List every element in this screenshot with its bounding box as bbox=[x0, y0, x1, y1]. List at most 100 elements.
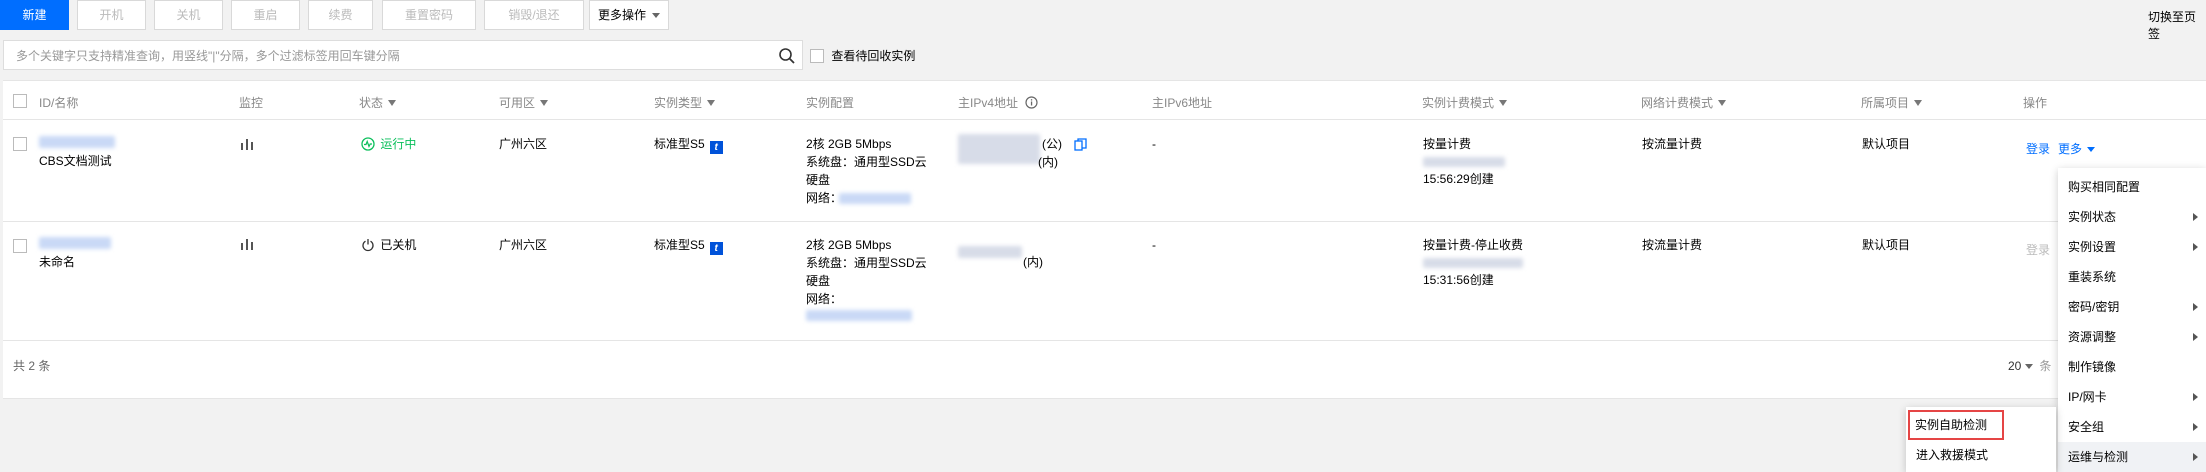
search-input[interactable] bbox=[14, 42, 758, 70]
more-menu-item-label: 购买相同配置 bbox=[2068, 180, 2141, 194]
chevron-right-icon bbox=[2193, 213, 2198, 221]
more-menu-item[interactable]: 安全组 bbox=[2058, 412, 2206, 442]
more-menu-item[interactable]: IP/网卡 bbox=[2058, 382, 2206, 412]
col-ops: 操作 bbox=[2023, 96, 2048, 110]
filter-icon[interactable] bbox=[1914, 100, 1923, 106]
instance-type: 标准型S5 t bbox=[654, 236, 723, 255]
more-menu-item-label: 密码/密钥 bbox=[2068, 300, 2120, 314]
ops-submenu-item[interactable]: 实例自助检测 bbox=[1908, 410, 2004, 440]
login-link-disabled[interactable]: 登录 bbox=[2026, 241, 2050, 259]
shutdown-button[interactable]: 关机 bbox=[154, 0, 223, 30]
power-off-icon bbox=[362, 239, 374, 252]
network-link[interactable] bbox=[806, 310, 912, 321]
instance-name: 未命名 bbox=[39, 255, 76, 269]
more-menu-item[interactable]: 密码/密钥 bbox=[2058, 292, 2206, 322]
col-type-label: 实例类型 bbox=[654, 96, 703, 110]
config-cpu-mem: 2核 2GB 5Mbps bbox=[806, 137, 892, 151]
more-menu-item-label: 实例设置 bbox=[2068, 240, 2117, 254]
filter-icon[interactable] bbox=[1499, 100, 1508, 106]
net-billing-mode: 按流量计费 bbox=[1642, 238, 1703, 252]
net-billing-mode: 按流量计费 bbox=[1642, 137, 1703, 151]
recycle-filter[interactable]: 查看待回收实例 bbox=[810, 47, 915, 64]
more-menu-item[interactable]: 运维与检测 bbox=[2058, 442, 2206, 472]
col-zone-label: 可用区 bbox=[499, 96, 536, 110]
more-menu-item[interactable]: 资源调整 bbox=[2058, 322, 2206, 352]
col-ipv6: 主IPv6地址 bbox=[1152, 96, 1213, 110]
monitor-chart-icon[interactable] bbox=[240, 238, 254, 250]
burst-badge-icon: t bbox=[709, 242, 723, 255]
col-ipv4-label: 主IPv4地址 bbox=[958, 96, 1019, 110]
created-time: 15:56:29创建 bbox=[1423, 172, 1494, 186]
col-billing[interactable]: 实例计费模式 bbox=[1422, 94, 1508, 111]
more-ops-link[interactable]: 更多 bbox=[2058, 140, 2096, 158]
start-button[interactable]: 开机 bbox=[77, 0, 146, 30]
network-link[interactable] bbox=[839, 193, 911, 204]
zone: 广州六区 bbox=[499, 238, 548, 252]
more-actions-label: 更多操作 bbox=[597, 8, 646, 22]
project: 默认项目 bbox=[1862, 137, 1911, 151]
filter-icon[interactable] bbox=[1718, 100, 1727, 106]
chevron-down-icon bbox=[2087, 147, 2096, 153]
switch-to-tab-link[interactable]: 切换至页签 bbox=[2148, 8, 2206, 42]
status-running: 运行中 bbox=[361, 135, 416, 153]
login-link[interactable]: 登录 bbox=[2026, 140, 2050, 158]
created-date bbox=[1423, 157, 1505, 167]
config-disk-cont: 硬盘 bbox=[806, 274, 831, 288]
info-icon[interactable] bbox=[1025, 96, 1038, 109]
col-zone[interactable]: 可用区 bbox=[499, 94, 549, 111]
ops-submenu-item-label: 进入救援模式 bbox=[1916, 448, 1989, 462]
more-menu-item[interactable]: 制作镜像 bbox=[2058, 352, 2206, 382]
more-menu-item-label: 安全组 bbox=[2068, 420, 2105, 434]
page-size-value: 20 bbox=[2008, 359, 2022, 373]
private-ip-tag: (内) bbox=[1023, 255, 1043, 269]
status-label: 已关机 bbox=[380, 238, 417, 252]
col-monitor: 监控 bbox=[239, 96, 264, 110]
more-menu-item[interactable]: 实例设置 bbox=[2058, 232, 2206, 262]
filter-icon[interactable] bbox=[540, 100, 549, 106]
select-all-checkbox[interactable] bbox=[13, 94, 27, 108]
col-billing-label: 实例计费模式 bbox=[1422, 96, 1495, 110]
public-ip bbox=[958, 134, 1040, 164]
created-time: 15:31:56创建 bbox=[1423, 273, 1494, 287]
more-menu-item-label: 制作镜像 bbox=[2068, 360, 2117, 374]
terminate-button[interactable]: 销毁/退还 bbox=[484, 0, 584, 30]
search-icon[interactable] bbox=[778, 47, 796, 65]
instance-id-link[interactable] bbox=[39, 136, 115, 148]
page-size-select[interactable]: 20 条 bbox=[2008, 357, 2051, 375]
filter-icon[interactable] bbox=[388, 100, 397, 106]
col-type[interactable]: 实例类型 bbox=[654, 94, 716, 111]
more-actions-dropdown[interactable]: 更多操作 bbox=[589, 0, 669, 30]
chevron-down-icon bbox=[2025, 364, 2034, 370]
col-id-name: ID/名称 bbox=[39, 96, 79, 110]
chevron-right-icon bbox=[2193, 303, 2198, 311]
filter-icon[interactable] bbox=[707, 100, 716, 106]
burst-badge-icon: t bbox=[709, 141, 723, 154]
row-checkbox[interactable] bbox=[13, 137, 27, 151]
new-instance-button[interactable]: 新建 bbox=[0, 0, 69, 30]
chevron-right-icon bbox=[2193, 423, 2198, 431]
renew-button[interactable]: 续费 bbox=[308, 0, 373, 30]
copy-icon[interactable] bbox=[1074, 138, 1087, 151]
col-status[interactable]: 状态 bbox=[359, 94, 397, 111]
row-divider bbox=[3, 340, 2206, 341]
col-net-billing[interactable]: 网络计费模式 bbox=[1641, 94, 1727, 111]
col-project[interactable]: 所属项目 bbox=[1861, 94, 1923, 111]
more-ops-label: 更多 bbox=[2058, 142, 2083, 156]
more-menu-item[interactable]: 重装系统 bbox=[2058, 262, 2206, 292]
ipv6-value: - bbox=[1152, 238, 1156, 252]
recycle-checkbox[interactable] bbox=[810, 49, 824, 63]
config-disk: 系统盘：通用型SSD云 bbox=[806, 155, 927, 169]
restart-button[interactable]: 重启 bbox=[231, 0, 300, 30]
reset-password-button[interactable]: 重置密码 bbox=[382, 0, 476, 30]
more-menu-item[interactable]: 实例状态 bbox=[2058, 202, 2206, 232]
config-cpu-mem: 2核 2GB 5Mbps bbox=[806, 238, 892, 252]
col-ipv4: 主IPv4地址 bbox=[958, 94, 1038, 111]
instance-id-link[interactable] bbox=[39, 237, 111, 249]
ops-submenu-item[interactable]: 进入救援模式 bbox=[1906, 440, 2056, 470]
more-menu-item[interactable]: 购买相同配置 bbox=[2058, 172, 2206, 202]
instance-name: CBS文档测试 bbox=[39, 154, 112, 168]
row-checkbox[interactable] bbox=[13, 239, 27, 253]
status-label: 运行中 bbox=[380, 137, 417, 151]
col-status-label: 状态 bbox=[359, 96, 384, 110]
monitor-chart-icon[interactable] bbox=[240, 138, 254, 150]
